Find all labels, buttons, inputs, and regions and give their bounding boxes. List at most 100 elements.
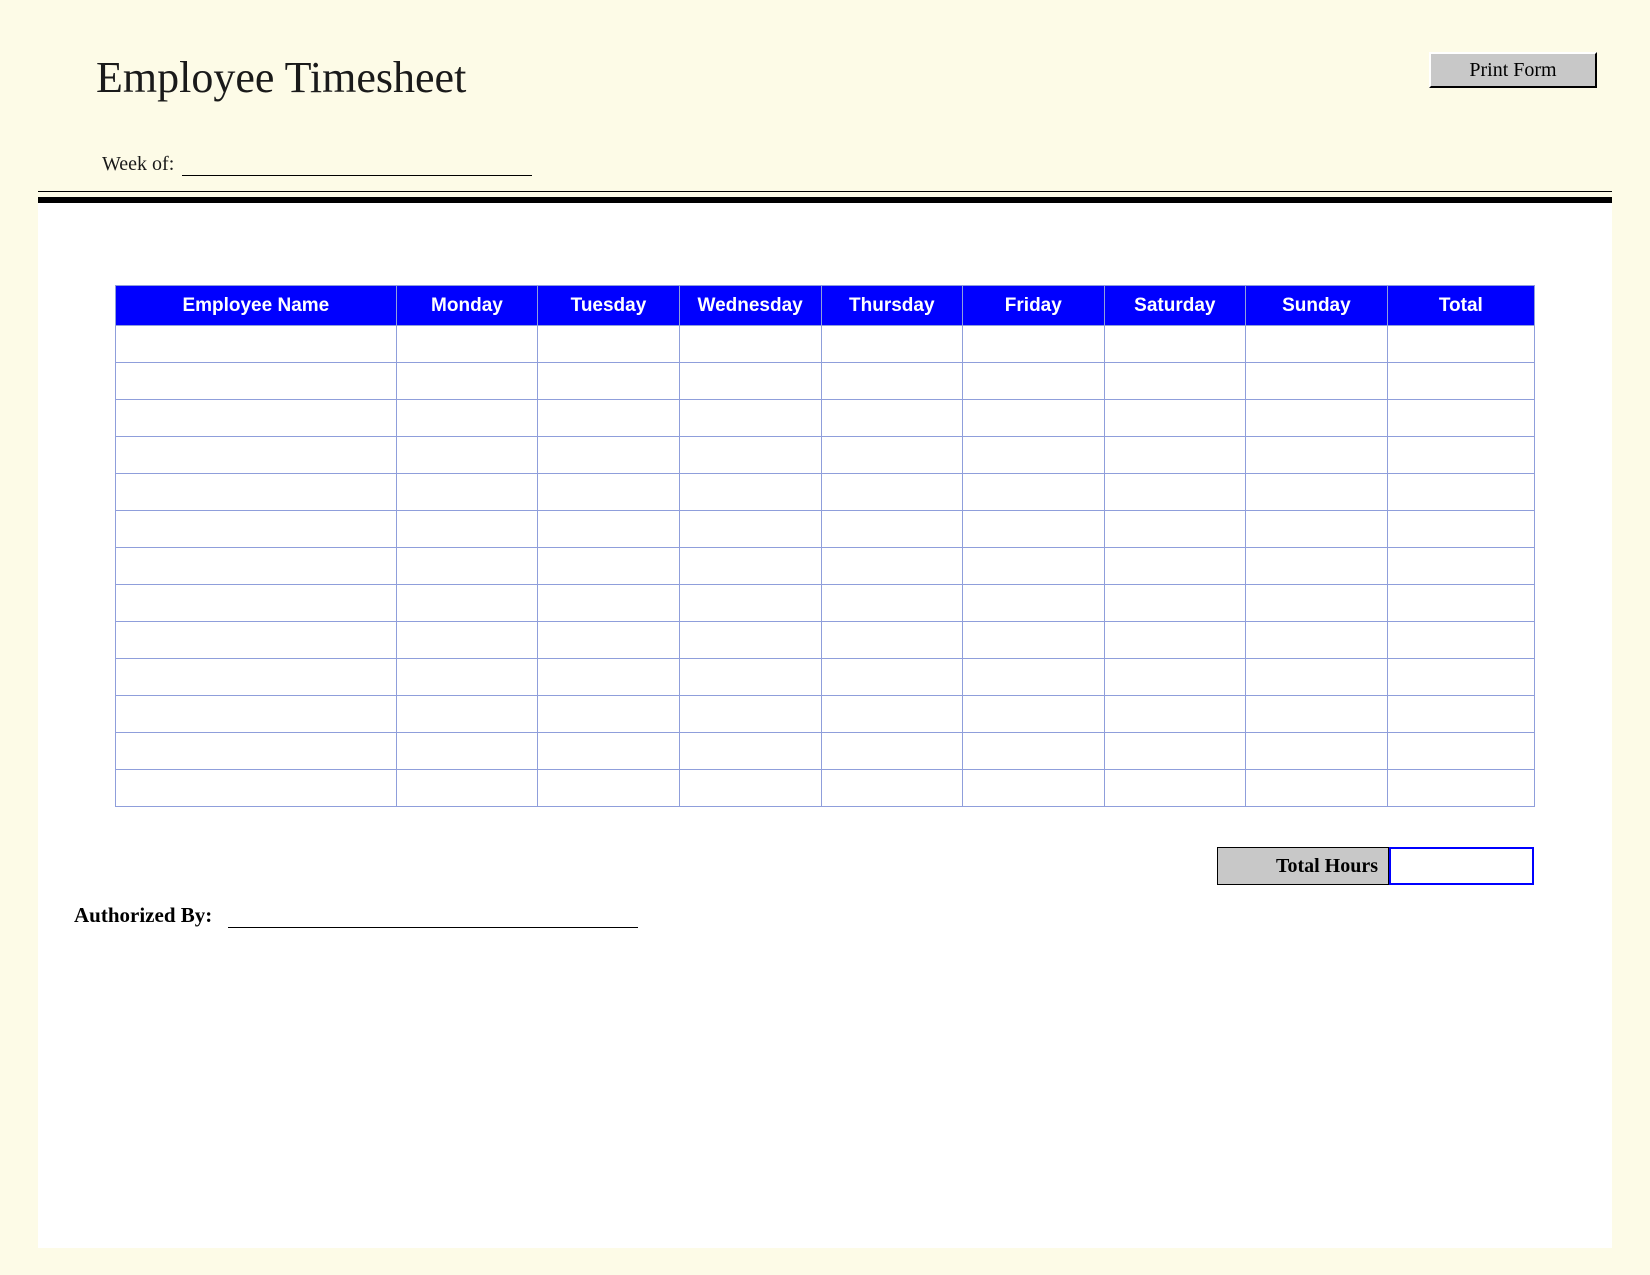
cell-fri[interactable] — [963, 326, 1104, 363]
cell-tue[interactable] — [538, 363, 680, 400]
cell-thu[interactable] — [821, 400, 963, 437]
cell-tue[interactable] — [538, 326, 680, 363]
cell-mon[interactable] — [396, 659, 538, 696]
cell-tue[interactable] — [538, 474, 680, 511]
cell-mon[interactable] — [396, 363, 538, 400]
cell-tue[interactable] — [538, 548, 680, 585]
cell-mon[interactable] — [396, 733, 538, 770]
cell-wed[interactable] — [679, 696, 821, 733]
cell-wed[interactable] — [679, 437, 821, 474]
cell-wed[interactable] — [679, 622, 821, 659]
cell-total[interactable] — [1387, 585, 1534, 622]
cell-sun[interactable] — [1246, 474, 1388, 511]
cell-wed[interactable] — [679, 548, 821, 585]
cell-name[interactable] — [116, 511, 397, 548]
cell-sun[interactable] — [1246, 770, 1388, 807]
cell-wed[interactable] — [679, 511, 821, 548]
cell-sat[interactable] — [1104, 622, 1246, 659]
cell-thu[interactable] — [821, 363, 963, 400]
cell-name[interactable] — [116, 326, 397, 363]
cell-wed[interactable] — [679, 733, 821, 770]
cell-mon[interactable] — [396, 474, 538, 511]
cell-tue[interactable] — [538, 437, 680, 474]
cell-fri[interactable] — [963, 659, 1104, 696]
cell-total[interactable] — [1387, 622, 1534, 659]
print-form-button[interactable]: Print Form — [1429, 52, 1597, 88]
cell-thu[interactable] — [821, 326, 963, 363]
cell-mon[interactable] — [396, 511, 538, 548]
cell-thu[interactable] — [821, 622, 963, 659]
cell-thu[interactable] — [821, 770, 963, 807]
cell-sun[interactable] — [1246, 696, 1388, 733]
cell-sat[interactable] — [1104, 511, 1246, 548]
cell-sun[interactable] — [1246, 363, 1388, 400]
cell-sun[interactable] — [1246, 585, 1388, 622]
cell-fri[interactable] — [963, 696, 1104, 733]
cell-fri[interactable] — [963, 548, 1104, 585]
cell-fri[interactable] — [963, 585, 1104, 622]
cell-total[interactable] — [1387, 437, 1534, 474]
cell-thu[interactable] — [821, 585, 963, 622]
cell-thu[interactable] — [821, 437, 963, 474]
cell-total[interactable] — [1387, 363, 1534, 400]
cell-tue[interactable] — [538, 733, 680, 770]
cell-thu[interactable] — [821, 696, 963, 733]
cell-total[interactable] — [1387, 511, 1534, 548]
cell-name[interactable] — [116, 548, 397, 585]
authorized-by-input[interactable] — [228, 906, 638, 928]
cell-total[interactable] — [1387, 696, 1534, 733]
cell-sun[interactable] — [1246, 326, 1388, 363]
cell-fri[interactable] — [963, 363, 1104, 400]
cell-fri[interactable] — [963, 511, 1104, 548]
cell-mon[interactable] — [396, 622, 538, 659]
cell-sun[interactable] — [1246, 659, 1388, 696]
cell-tue[interactable] — [538, 511, 680, 548]
cell-tue[interactable] — [538, 696, 680, 733]
cell-wed[interactable] — [679, 770, 821, 807]
cell-wed[interactable] — [679, 400, 821, 437]
cell-sat[interactable] — [1104, 363, 1246, 400]
cell-thu[interactable] — [821, 733, 963, 770]
cell-thu[interactable] — [821, 474, 963, 511]
cell-wed[interactable] — [679, 659, 821, 696]
cell-thu[interactable] — [821, 511, 963, 548]
cell-name[interactable] — [116, 437, 397, 474]
cell-sat[interactable] — [1104, 437, 1246, 474]
cell-wed[interactable] — [679, 326, 821, 363]
cell-name[interactable] — [116, 733, 397, 770]
cell-mon[interactable] — [396, 548, 538, 585]
cell-sat[interactable] — [1104, 474, 1246, 511]
cell-sat[interactable] — [1104, 548, 1246, 585]
cell-wed[interactable] — [679, 585, 821, 622]
cell-sun[interactable] — [1246, 437, 1388, 474]
cell-total[interactable] — [1387, 770, 1534, 807]
week-of-input[interactable] — [182, 154, 532, 176]
cell-fri[interactable] — [963, 770, 1104, 807]
cell-fri[interactable] — [963, 733, 1104, 770]
cell-name[interactable] — [116, 659, 397, 696]
cell-wed[interactable] — [679, 474, 821, 511]
cell-tue[interactable] — [538, 622, 680, 659]
cell-total[interactable] — [1387, 548, 1534, 585]
cell-sat[interactable] — [1104, 770, 1246, 807]
cell-mon[interactable] — [396, 696, 538, 733]
cell-thu[interactable] — [821, 548, 963, 585]
cell-sat[interactable] — [1104, 696, 1246, 733]
cell-mon[interactable] — [396, 770, 538, 807]
cell-tue[interactable] — [538, 400, 680, 437]
cell-sat[interactable] — [1104, 659, 1246, 696]
cell-name[interactable] — [116, 696, 397, 733]
cell-total[interactable] — [1387, 659, 1534, 696]
cell-name[interactable] — [116, 363, 397, 400]
cell-name[interactable] — [116, 770, 397, 807]
total-hours-value[interactable] — [1389, 847, 1534, 885]
cell-sat[interactable] — [1104, 326, 1246, 363]
cell-fri[interactable] — [963, 474, 1104, 511]
cell-mon[interactable] — [396, 585, 538, 622]
cell-fri[interactable] — [963, 400, 1104, 437]
cell-total[interactable] — [1387, 400, 1534, 437]
cell-name[interactable] — [116, 400, 397, 437]
cell-tue[interactable] — [538, 659, 680, 696]
cell-sun[interactable] — [1246, 733, 1388, 770]
cell-total[interactable] — [1387, 474, 1534, 511]
